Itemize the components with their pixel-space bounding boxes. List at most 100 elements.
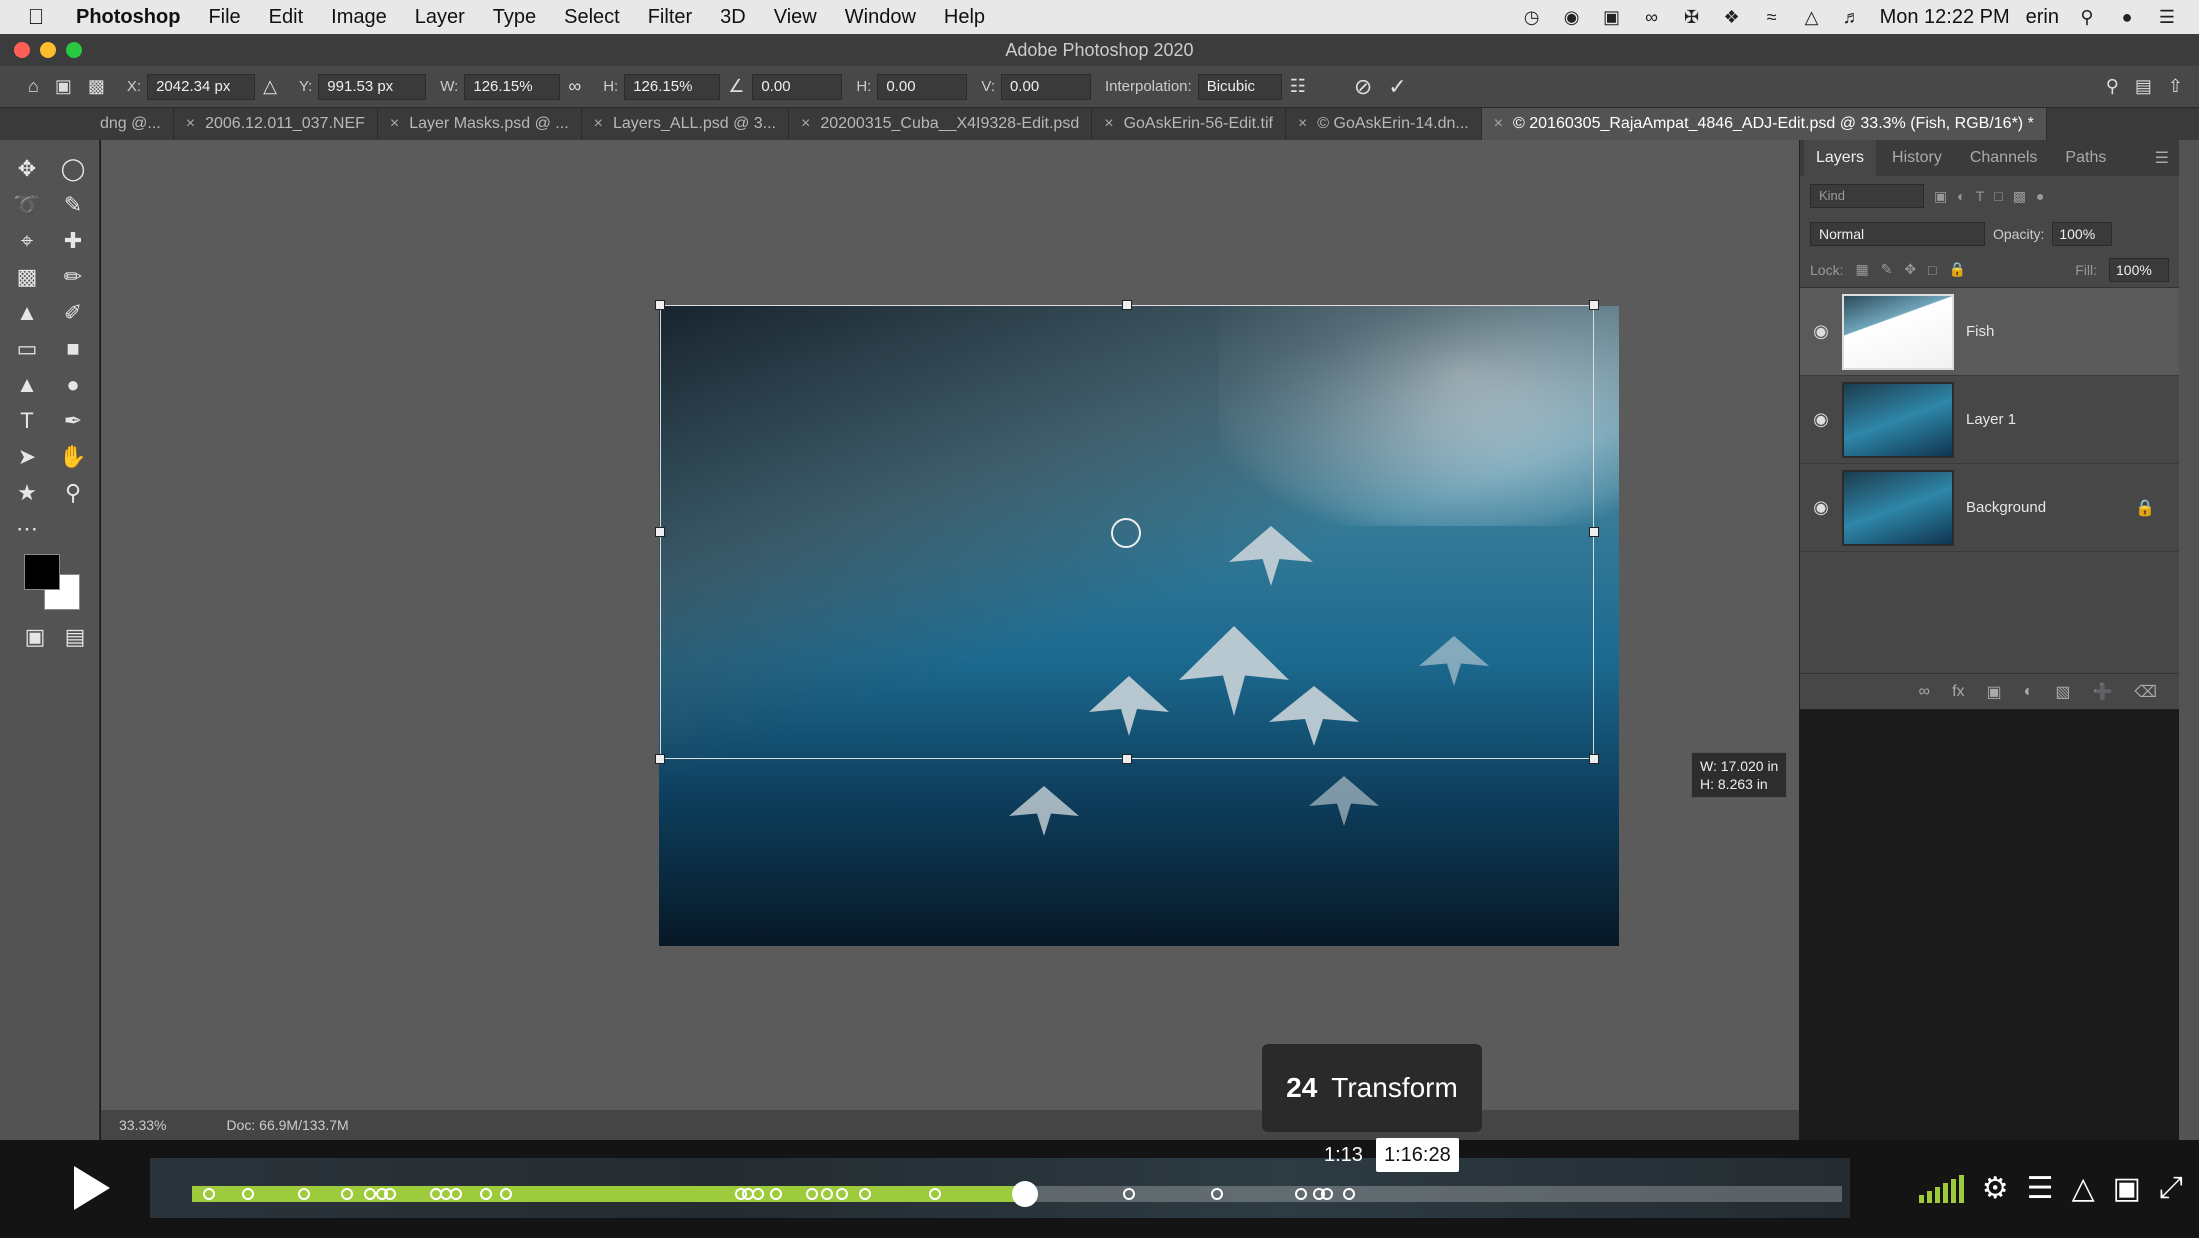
clone-stamp-tool-icon[interactable]: ▲: [4, 300, 50, 326]
search-icon[interactable]: ⚲: [2106, 76, 2119, 97]
minimize-window-button[interactable]: [40, 42, 56, 58]
y-position-input[interactable]: 991.53 px: [318, 73, 427, 100]
zoom-level[interactable]: 33.33%: [119, 1117, 166, 1133]
menu-layer[interactable]: Layer: [401, 6, 479, 29]
volume-icon[interactable]: ♬: [1840, 5, 1864, 29]
doc-tab[interactable]: dng @...: [0, 108, 174, 140]
move-tool-icon[interactable]: ✥: [4, 156, 50, 182]
menu-help[interactable]: Help: [930, 6, 999, 29]
type-tool-icon[interactable]: T: [4, 408, 50, 434]
vertical-skew-input[interactable]: 0.00: [1000, 73, 1091, 100]
chapter-marker[interactable]: [1321, 1188, 1334, 1200]
lock-position-icon[interactable]: ✥: [1904, 261, 1916, 278]
chapter-marker[interactable]: [1123, 1188, 1136, 1200]
lock-pixels-icon[interactable]: ✎: [1881, 261, 1893, 278]
foreground-color-swatch[interactable]: [24, 554, 60, 590]
close-tab-icon[interactable]: ×: [594, 108, 603, 140]
fx-icon[interactable]: fx: [1952, 683, 1964, 701]
gradient-tool-icon[interactable]: ■: [50, 336, 96, 362]
menu-view[interactable]: View: [760, 6, 831, 29]
tab-channels[interactable]: Channels: [1958, 140, 2050, 176]
tab-history[interactable]: History: [1880, 140, 1954, 176]
transform-handle-bottom[interactable]: [1122, 754, 1132, 764]
menu-user[interactable]: erin: [2026, 6, 2059, 29]
interpolation-select[interactable]: Bicubic: [1197, 73, 1282, 100]
doc-tab[interactable]: × 2006.12.011_037.NEF: [174, 108, 378, 140]
healing-tool-icon[interactable]: ▩: [4, 264, 50, 290]
doc-tab[interactable]: × 20200315_Cuba__X4I9328-Edit.psd: [789, 108, 1093, 140]
chapter-marker[interactable]: [499, 1188, 512, 1200]
doc-size[interactable]: Doc: 66.9M/133.7M: [226, 1117, 348, 1133]
timer-icon[interactable]: ◷: [1520, 5, 1544, 29]
workspace-icon[interactable]: ▤: [2135, 76, 2152, 97]
mail-app-icon[interactable]: ✠: [1680, 5, 1704, 29]
menu-file[interactable]: File: [194, 6, 254, 29]
dodge-tool-icon[interactable]: ●: [50, 372, 96, 398]
layer-row-layer-1[interactable]: ◉ Layer 1: [1800, 376, 2179, 464]
filter-shape-icon[interactable]: □: [1994, 188, 2002, 204]
progress-bar[interactable]: [192, 1181, 1842, 1207]
eyedropper-tool-icon[interactable]: ✚: [50, 228, 96, 254]
close-tab-icon[interactable]: ×: [1298, 108, 1307, 140]
chapter-marker[interactable]: [770, 1188, 783, 1200]
creative-cloud-icon[interactable]: ∞: [1640, 5, 1664, 29]
close-tab-icon[interactable]: ×: [186, 108, 195, 140]
close-tab-icon[interactable]: ×: [390, 108, 399, 140]
doc-tab[interactable]: × © GoAskErin-14.dn...: [1286, 108, 1482, 140]
lock-transparent-icon[interactable]: ▦: [1855, 261, 1868, 278]
height-scale-input[interactable]: 126.15%: [624, 73, 721, 100]
commit-transform-icon[interactable]: ✓: [1388, 74, 1406, 100]
airplay-icon[interactable]: △: [2072, 1171, 2095, 1206]
chapters-list-icon[interactable]: ☰: [2027, 1171, 2054, 1206]
chapter-marker[interactable]: [836, 1188, 849, 1200]
delete-layer-icon[interactable]: ⌫: [2134, 682, 2157, 702]
dropbox-icon[interactable]: ❖: [1720, 5, 1744, 29]
link-icon[interactable]: ∞: [568, 76, 581, 97]
spotlight-search-icon[interactable]: ⚲: [2075, 5, 2099, 29]
panel-menu-icon[interactable]: ☰: [2155, 148, 2179, 168]
wifi-icon[interactable]: ≈: [1760, 5, 1784, 29]
add-mask-icon[interactable]: ▣: [1987, 682, 2002, 702]
close-tab-icon[interactable]: ×: [801, 108, 810, 140]
picture-in-picture-icon[interactable]: ▣: [2113, 1171, 2141, 1206]
reference-point-pivot[interactable]: [1111, 518, 1141, 548]
chapter-marker[interactable]: [202, 1188, 215, 1200]
horizontal-skew-input[interactable]: 0.00: [877, 73, 968, 100]
siri-icon[interactable]: ●: [2115, 5, 2139, 29]
eraser-tool-icon[interactable]: ▭: [4, 336, 50, 362]
close-tab-icon[interactable]: ×: [1494, 108, 1503, 140]
doc-tab[interactable]: × Layer Masks.psd @ ...: [378, 108, 582, 140]
transform-handle-top-right[interactable]: [1589, 300, 1599, 310]
menu-filter[interactable]: Filter: [634, 6, 706, 29]
settings-gear-icon[interactable]: ⚙: [1982, 1171, 2009, 1206]
marquee-tool-icon[interactable]: ◯: [50, 156, 96, 182]
blur-tool-icon[interactable]: ▲: [4, 372, 50, 398]
notification-center-icon[interactable]: ☰: [2155, 5, 2179, 29]
fill-input[interactable]: 100%: [2109, 257, 2169, 282]
fullscreen-icon[interactable]: ⤢: [2159, 1171, 2183, 1205]
doc-tab[interactable]: × Layers_ALL.psd @ 3...: [582, 108, 789, 140]
hand-tool-icon[interactable]: ✋: [50, 444, 96, 470]
new-group-icon[interactable]: ▧: [2055, 682, 2070, 702]
layer-kind-filter[interactable]: Kind: [1810, 184, 1924, 208]
close-tab-icon[interactable]: ×: [1104, 108, 1113, 140]
transform-handle-left[interactable]: [655, 527, 665, 537]
menu-app-name[interactable]: Photoshop: [56, 6, 194, 29]
zoom-window-button[interactable]: [66, 42, 82, 58]
doc-tab-active[interactable]: × © 20160305_RajaAmpat_4846_ADJ-Edit.psd…: [1481, 108, 2047, 140]
chapter-marker[interactable]: [928, 1188, 941, 1200]
screen-mode-icon[interactable]: ▤: [52, 624, 98, 650]
relative-position-icon[interactable]: △: [263, 76, 277, 97]
transform-handle-top[interactable]: [1122, 300, 1132, 310]
pen-tool-icon[interactable]: ✒: [50, 408, 96, 434]
visibility-eye-icon[interactable]: ◉: [1800, 321, 1842, 342]
chapter-marker[interactable]: [751, 1188, 764, 1200]
transform-handle-bottom-right[interactable]: [1589, 754, 1599, 764]
warp-mode-icon[interactable]: ☷: [1290, 76, 1306, 97]
filter-adjustment-icon[interactable]: ◐: [1957, 188, 1965, 204]
chapter-marker[interactable]: [242, 1188, 255, 1200]
chapter-marker[interactable]: [341, 1188, 354, 1200]
layer-row-fish[interactable]: ◉ Fish: [1800, 288, 2179, 376]
menu-select[interactable]: Select: [550, 6, 634, 29]
visibility-eye-icon[interactable]: ◉: [1800, 409, 1842, 430]
